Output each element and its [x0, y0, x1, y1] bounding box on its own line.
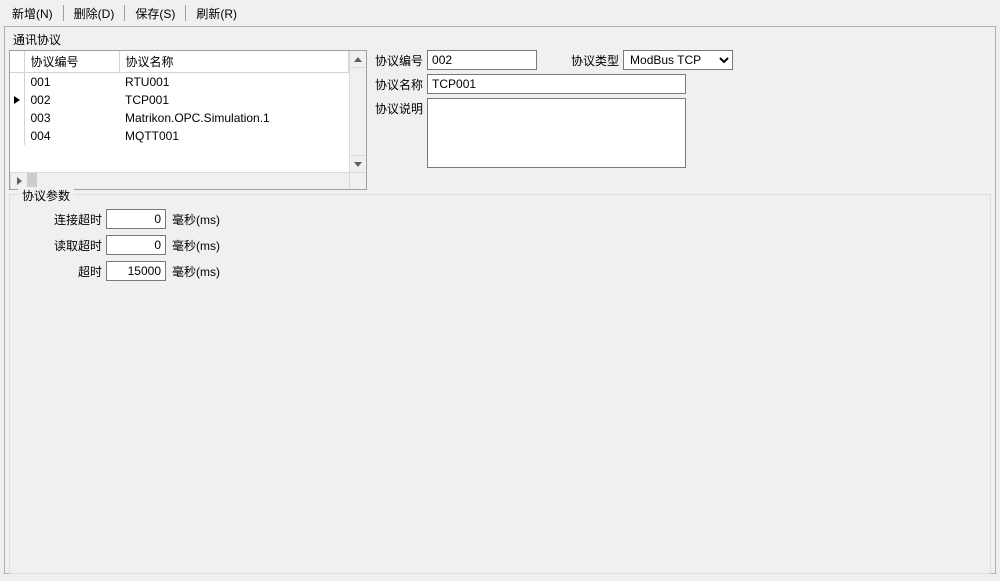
row-indicator	[10, 73, 24, 91]
params-title: 协议参数	[18, 187, 74, 204]
timeout-input[interactable]	[106, 261, 166, 281]
cell-name[interactable]: TCP001	[119, 91, 349, 109]
section-title: 通讯协议	[13, 31, 991, 48]
code-label: 协议编号	[375, 50, 427, 69]
cell-code[interactable]: 003	[24, 109, 119, 127]
row-indicator	[10, 109, 24, 127]
scroll-up-button[interactable]	[350, 51, 366, 68]
params-group: 协议参数 连接超时 毫秒(ms) 读取超时 毫秒(ms) 超时 毫秒(ms)	[9, 194, 991, 574]
main-panel: 通讯协议 协议编号 协议名称 001RTU001002TCP001003Matr…	[4, 26, 996, 574]
delete-button[interactable]: 删除(D)	[68, 3, 121, 24]
name-label: 协议名称	[375, 74, 427, 93]
desc-input[interactable]	[427, 98, 686, 168]
desc-label: 协议说明	[375, 98, 427, 117]
arrow-right-icon	[17, 177, 22, 185]
cell-code[interactable]: 002	[24, 91, 119, 109]
save-button[interactable]: 保存(S)	[129, 3, 181, 24]
toolbar-separator	[185, 5, 186, 21]
arrow-up-icon	[354, 57, 362, 62]
code-input[interactable]	[427, 50, 537, 70]
read-timeout-input[interactable]	[106, 235, 166, 255]
type-label: 协议类型	[571, 50, 623, 69]
table-row[interactable]: 002TCP001	[10, 91, 349, 109]
toolbar-separator	[124, 5, 125, 21]
toolbar-separator	[63, 5, 64, 21]
table-row[interactable]: 003Matrikon.OPC.Simulation.1	[10, 109, 349, 127]
table-row[interactable]: 001RTU001	[10, 73, 349, 91]
conn-timeout-label: 连接超时	[22, 211, 106, 228]
cell-name[interactable]: Matrikon.OPC.Simulation.1	[119, 109, 349, 127]
cell-code[interactable]: 001	[24, 73, 119, 91]
scrollbar-corner	[349, 173, 366, 189]
grid-col-code[interactable]: 协议编号	[24, 51, 119, 73]
timeout-label: 超时	[22, 263, 106, 280]
arrow-down-icon	[354, 162, 362, 167]
conn-timeout-unit: 毫秒(ms)	[172, 211, 220, 228]
grid-vertical-scrollbar[interactable]	[349, 51, 366, 172]
refresh-button[interactable]: 刷新(R)	[190, 3, 243, 24]
name-input[interactable]	[427, 74, 686, 94]
row-indicator	[10, 91, 24, 109]
cell-name[interactable]: MQTT001	[119, 127, 349, 145]
conn-timeout-input[interactable]	[106, 209, 166, 229]
type-select[interactable]: ModBus TCP	[623, 50, 733, 70]
scroll-down-button[interactable]	[350, 155, 366, 172]
detail-form: 协议编号 协议类型 ModBus TCP 协议名称 协议说明	[375, 50, 733, 190]
grid-col-name[interactable]: 协议名称	[119, 51, 349, 73]
timeout-unit: 毫秒(ms)	[172, 263, 220, 280]
cell-code[interactable]: 004	[24, 127, 119, 145]
add-button[interactable]: 新增(N)	[6, 3, 59, 24]
table-row[interactable]: 004MQTT001	[10, 127, 349, 145]
grid-row-header	[10, 51, 24, 73]
toolbar: 新增(N) 删除(D) 保存(S) 刷新(R)	[0, 0, 1000, 26]
protocol-grid[interactable]: 协议编号 协议名称 001RTU001002TCP001003Matrikon.…	[9, 50, 367, 190]
read-timeout-label: 读取超时	[22, 237, 106, 254]
current-row-icon	[14, 96, 20, 104]
read-timeout-unit: 毫秒(ms)	[172, 237, 220, 254]
cell-name[interactable]: RTU001	[119, 73, 349, 91]
row-indicator	[10, 127, 24, 145]
